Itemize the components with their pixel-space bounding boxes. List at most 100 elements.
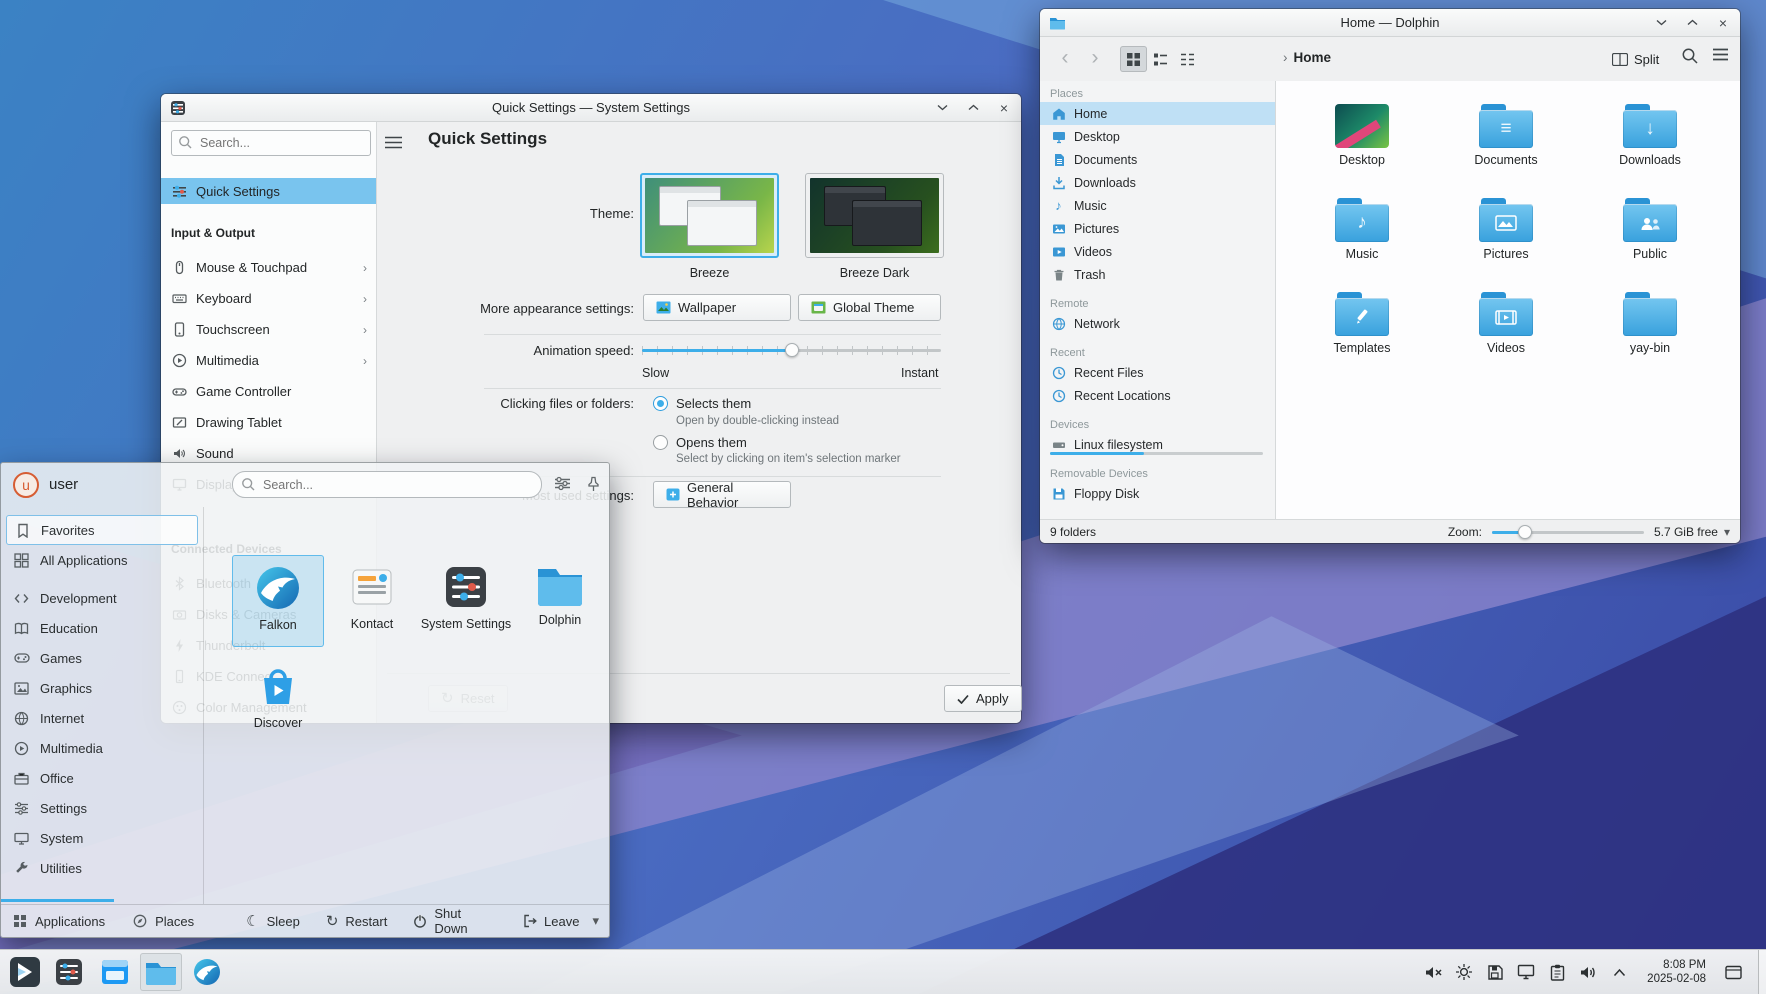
places-item-pictures[interactable]: Pictures (1040, 217, 1275, 240)
chevron-down-icon[interactable]: ▾ (1724, 525, 1730, 539)
places-item-recent-files[interactable]: Recent Files (1040, 361, 1275, 384)
sidebar-item-games[interactable]: Games (1, 643, 203, 673)
sidebar-item-multimedia[interactable]: Multimedia (1, 733, 203, 763)
folder-templates[interactable]: Templates (1290, 292, 1434, 382)
forward-button[interactable]: › (1082, 45, 1108, 71)
breadcrumb-home[interactable]: Home (1294, 50, 1332, 65)
dolphin-titlebar[interactable]: Home — Dolphin × (1040, 9, 1740, 37)
nav-item-drawing-tablet[interactable]: Drawing Tablet (161, 407, 376, 438)
radio-opens-them[interactable] (653, 435, 668, 450)
volume-icon[interactable] (1577, 961, 1599, 983)
launcher-search-field[interactable] (232, 471, 542, 498)
maximize-button[interactable] (965, 100, 981, 116)
show-desktop-icon[interactable] (1723, 962, 1743, 982)
general-behavior-button[interactable]: General Behavior (653, 481, 791, 508)
radio-selects-them[interactable] (653, 396, 668, 411)
close-button[interactable]: × (1715, 15, 1731, 31)
animation-speed-slider[interactable] (642, 342, 941, 358)
wallpaper-button[interactable]: Wallpaper (643, 294, 791, 321)
folder-pictures[interactable]: Pictures (1434, 198, 1578, 288)
sidebar-item-favorites[interactable]: Favorites (6, 515, 198, 545)
applications-tab[interactable]: Applications (11, 913, 105, 930)
disk-devices-icon[interactable] (1484, 961, 1506, 983)
places-item-linux-filesystem[interactable]: Linux filesystem (1040, 433, 1275, 456)
sleep-button[interactable]: ☾ Sleep (246, 914, 300, 929)
user-avatar[interactable]: u (13, 472, 39, 498)
app-tile-system-settings[interactable]: System Settings (420, 555, 512, 647)
theme-option-breeze-dark[interactable] (805, 173, 944, 258)
nav-item-multimedia[interactable]: Multimedia › (161, 345, 376, 376)
shut-down-button[interactable]: Shut Down (413, 906, 497, 936)
sidebar-scroll-indicator[interactable] (1, 899, 114, 902)
places-item-desktop[interactable]: Desktop (1040, 125, 1275, 148)
app-tile-falkon[interactable]: Falkon (232, 555, 324, 647)
folder-yay-bin[interactable]: yay-bin (1578, 292, 1722, 382)
places-item-network[interactable]: Network (1040, 312, 1275, 335)
minimize-button[interactable] (1653, 15, 1669, 31)
folder-public[interactable]: Public (1578, 198, 1722, 288)
places-item-documents[interactable]: Documents (1040, 148, 1275, 171)
folder-music[interactable]: ♪ Music (1290, 198, 1434, 288)
opens-them-label[interactable]: Opens them (676, 435, 747, 450)
folder-desktop[interactable]: Desktop (1290, 104, 1434, 194)
folder-documents[interactable]: ≡ Documents (1434, 104, 1578, 194)
taskbar-task-system-settings[interactable] (48, 953, 90, 991)
show-desktop-edge[interactable] (1758, 950, 1766, 994)
leave-button[interactable]: Leave ▾ (523, 913, 599, 929)
places-tab[interactable]: Places (131, 913, 194, 930)
theme-option-breeze[interactable] (640, 173, 779, 258)
sidebar-item-utilities[interactable]: Utilities (1, 853, 203, 883)
night-color-icon[interactable] (1453, 961, 1475, 983)
launcher-search-input[interactable] (232, 471, 542, 498)
places-item-recent-locations[interactable]: Recent Locations (1040, 384, 1275, 407)
app-tile-kontact[interactable]: Kontact (326, 555, 418, 647)
pin-icon[interactable] (586, 476, 601, 492)
sidebar-item-development[interactable]: Development (1, 583, 203, 613)
volume-muted-icon[interactable] (1422, 961, 1444, 983)
compact-view-button[interactable] (1174, 46, 1201, 72)
settings-search-field[interactable] (171, 130, 371, 156)
clipboard-icon[interactable] (1546, 961, 1568, 983)
sidebar-item-system[interactable]: System (1, 823, 203, 853)
selects-them-label[interactable]: Selects them (676, 396, 751, 411)
dolphin-folder-view[interactable]: Desktop ≡ Documents ↓ Downloads ♪ Music … (1276, 81, 1740, 519)
nav-item-touchscreen[interactable]: Touchscreen › (161, 314, 376, 345)
minimize-button[interactable] (934, 100, 950, 116)
places-item-floppy-disk[interactable]: Floppy Disk (1040, 482, 1275, 505)
sidebar-item-education[interactable]: Education (1, 613, 203, 643)
sidebar-item-settings[interactable]: Settings (1, 793, 203, 823)
breadcrumb[interactable]: › Home (1283, 50, 1331, 65)
settings-search-input[interactable] (171, 130, 371, 156)
folder-downloads[interactable]: ↓ Downloads (1578, 104, 1722, 194)
nav-item-game-controller[interactable]: Game Controller (161, 376, 376, 407)
places-item-downloads[interactable]: Downloads (1040, 171, 1275, 194)
application-launcher-button[interactable] (6, 953, 44, 991)
app-tile-dolphin[interactable]: Dolphin (514, 555, 606, 647)
sidebar-item-office[interactable]: Office (1, 763, 203, 793)
sidebar-item-internet[interactable]: Internet (1, 703, 203, 733)
zoom-slider-handle[interactable] (1518, 525, 1532, 539)
places-item-trash[interactable]: Trash (1040, 263, 1275, 286)
tray-expand-icon[interactable] (1608, 961, 1630, 983)
maximize-button[interactable] (1684, 15, 1700, 31)
digital-clock[interactable]: 8:08 PM 2025-02-08 (1647, 958, 1706, 987)
settings-titlebar[interactable]: Quick Settings — System Settings × (161, 94, 1021, 122)
folder-videos[interactable]: Videos (1434, 292, 1578, 382)
display-icon[interactable] (1515, 961, 1537, 983)
apply-button[interactable]: Apply (944, 685, 1022, 712)
taskbar-task-app-window[interactable] (94, 953, 136, 991)
sidebar-item-graphics[interactable]: Graphics (1, 673, 203, 703)
sidebar-item-all-applications[interactable]: All Applications (1, 545, 203, 575)
restart-button[interactable]: ↻ Restart (326, 914, 387, 929)
places-item-videos[interactable]: Videos (1040, 240, 1275, 263)
places-item-music[interactable]: ♪ Music (1040, 194, 1275, 217)
app-tile-discover[interactable]: Discover (232, 654, 324, 746)
icons-view-button[interactable] (1120, 46, 1147, 72)
configure-icon[interactable] (554, 476, 571, 491)
taskbar-task-dolphin[interactable] (140, 953, 182, 991)
hamburger-menu-icon[interactable] (382, 131, 404, 153)
nav-item-quick-settings[interactable]: Quick Settings (161, 178, 376, 204)
split-button[interactable]: Split (1612, 46, 1659, 72)
global-theme-button[interactable]: Global Theme (798, 294, 941, 321)
hamburger-menu-icon[interactable] (1712, 47, 1729, 62)
